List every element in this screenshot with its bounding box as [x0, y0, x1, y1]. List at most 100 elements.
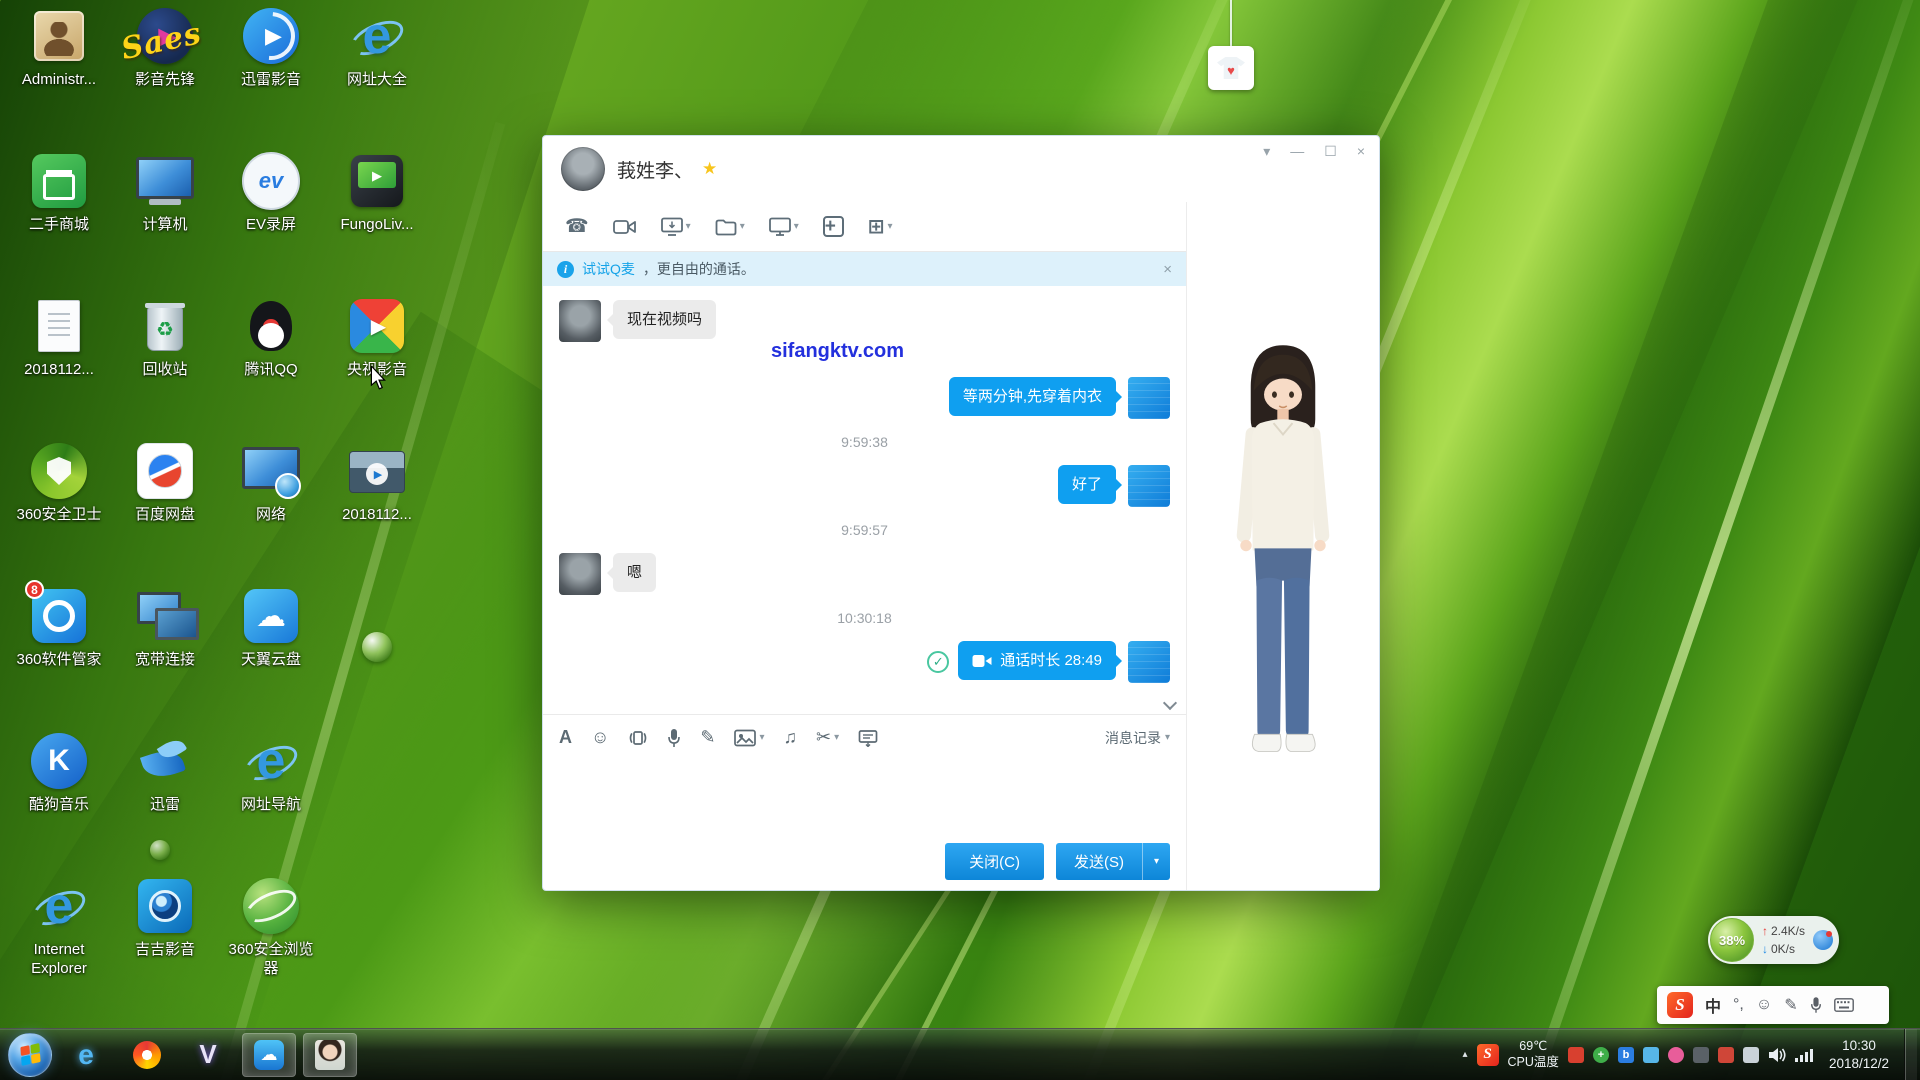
close-chat-button[interactable]: 关闭(C): [945, 843, 1044, 880]
desktop-icon[interactable]: 迅雷: [115, 729, 215, 874]
voice-message-icon[interactable]: [667, 728, 681, 748]
apps-grid-icon[interactable]: ⊞ ▾: [868, 214, 893, 239]
timestamp: 9:59:38: [559, 434, 1170, 450]
add-app-icon[interactable]: +: [823, 216, 844, 237]
ime-keyboard-icon[interactable]: [1834, 998, 1854, 1012]
call-record-bubble[interactable]: 通话时长 28:49: [958, 641, 1116, 680]
cpu-temp-widget[interactable]: 69℃ CPU温度: [1508, 1039, 1559, 1070]
desktop-icon[interactable]: 腾讯QQ: [221, 294, 321, 439]
close-window-button[interactable]: ×: [1357, 144, 1365, 158]
desktop-icon[interactable]: ▶ 2018112...: [327, 439, 427, 584]
desktop-icon[interactable]: e 网址导航: [221, 729, 321, 874]
network-icon[interactable]: [1795, 1047, 1814, 1062]
memory-ball[interactable]: 38%: [1710, 918, 1754, 962]
clock[interactable]: 10:30 2018/12/2: [1823, 1037, 1895, 1072]
desktop-icon[interactable]: e 网址大全: [327, 4, 427, 149]
desktop-icon[interactable]: 网络: [221, 439, 321, 584]
tray-icon[interactable]: [1693, 1047, 1709, 1063]
desktop-icon[interactable]: 百度网盘: [115, 439, 215, 584]
chevron-down-icon: ▾: [740, 221, 745, 232]
desktop-icon[interactable]: ▶ FungoLiv...: [327, 149, 427, 294]
tray-icon[interactable]: +: [1593, 1047, 1609, 1063]
volume-icon[interactable]: [1768, 1047, 1786, 1063]
show-desktop-button[interactable]: [1904, 1029, 1917, 1080]
sogou-tray-icon[interactable]: S: [1477, 1044, 1499, 1066]
screenshot-icon[interactable]: ✂ ▾: [816, 727, 839, 748]
self-avatar[interactable]: [1128, 465, 1170, 507]
window-menu-button[interactable]: ▾: [1263, 144, 1270, 158]
banner-text: ，更自由的通话。: [643, 259, 755, 279]
lang-toggle[interactable]: 中: [1705, 993, 1721, 1017]
widget-handle[interactable]: [1813, 930, 1833, 950]
remote-desktop-icon[interactable]: ▾: [769, 217, 799, 236]
taskbar-app-button[interactable]: V: [181, 1033, 235, 1077]
desktop-icon[interactable]: 360安全浏览器: [221, 874, 321, 1019]
desktop-icon[interactable]: 宽带连接: [115, 584, 215, 729]
handwriting-icon[interactable]: ✎: [700, 727, 715, 748]
self-avatar[interactable]: [1128, 377, 1170, 419]
window-shake-icon[interactable]: [628, 729, 648, 747]
desktop-icon[interactable]: ev EV录屏: [221, 149, 321, 294]
message-history-button[interactable]: 消息记录 ▾: [1105, 728, 1170, 748]
punctuation-toggle[interactable]: °,: [1733, 996, 1744, 1014]
emoji-icon[interactable]: ☺: [591, 727, 609, 748]
taskbar-app-button[interactable]: e: [59, 1033, 113, 1077]
message-list[interactable]: 现在视频吗 sifangktv.com 等两分钟,先穿着内衣 9:59:38 好…: [543, 286, 1186, 714]
desktop-icon[interactable]: 二手商城: [9, 149, 109, 294]
voice-call-icon[interactable]: ☎: [565, 215, 589, 238]
send-button[interactable]: 发送(S): [1056, 843, 1142, 880]
start-button[interactable]: [8, 1033, 52, 1077]
desktop-icon[interactable]: Administr...: [9, 4, 109, 149]
taskbar-app-button[interactable]: [303, 1033, 357, 1077]
peer-avatar[interactable]: [559, 300, 601, 342]
tray-icon[interactable]: [1668, 1047, 1684, 1063]
desktop-icon[interactable]: K 酷狗音乐: [9, 729, 109, 874]
tray-icon[interactable]: [1643, 1047, 1659, 1063]
minimize-button[interactable]: —: [1290, 144, 1304, 158]
desktop-icon[interactable]: e Internet Explorer: [9, 874, 109, 1019]
message-box-icon[interactable]: [858, 729, 878, 747]
scroll-down-icon[interactable]: [1164, 698, 1176, 710]
net-speed-widget[interactable]: 38% ↑2.4K/s ↓0K/s: [1708, 916, 1839, 964]
ime-emoji-icon[interactable]: ☺: [1756, 996, 1772, 1014]
qmic-link[interactable]: 试试Q麦: [582, 259, 635, 279]
desktop-icon[interactable]: 2018112...: [9, 294, 109, 439]
peer-avatar[interactable]: [559, 553, 601, 595]
send-file-icon[interactable]: ▾: [715, 218, 745, 236]
qq-show-ornament[interactable]: ♥: [1206, 0, 1256, 90]
desktop-icon[interactable]: ☁ 天翼云盘: [221, 584, 321, 729]
tray-icon[interactable]: b: [1618, 1047, 1634, 1063]
ime-mic-icon[interactable]: [1810, 996, 1822, 1014]
send-image-icon[interactable]: ▾: [734, 729, 764, 747]
ime-pen-icon[interactable]: ✎: [1784, 995, 1797, 1015]
tray-icon[interactable]: [1718, 1047, 1734, 1063]
music-share-icon[interactable]: ♫: [784, 727, 798, 748]
font-icon[interactable]: A: [559, 727, 572, 748]
desktop-icon[interactable]: ♻ 回收站: [115, 294, 215, 439]
desktop-icon[interactable]: ▶ 迅雷影音: [221, 4, 321, 149]
peer-avatar[interactable]: [561, 147, 605, 191]
hidden-icons-button[interactable]: ▴: [1463, 1049, 1468, 1060]
desktop-icon[interactable]: 吉吉影音: [115, 874, 215, 1019]
chat-link[interactable]: sifangktv.com: [771, 340, 1170, 363]
taskbar-app-button[interactable]: [120, 1033, 174, 1077]
banner-close-icon[interactable]: ×: [1163, 261, 1172, 278]
tray-icon[interactable]: [1568, 1047, 1584, 1063]
sogou-ime-bar[interactable]: S 中 °, ☺ ✎: [1657, 986, 1889, 1024]
window-titlebar[interactable]: 莪姓李、 ★ ▾ — ☐ ×: [543, 136, 1379, 202]
send-options-button[interactable]: ▾: [1142, 843, 1170, 880]
message-input[interactable]: [543, 760, 1186, 832]
desktop-icon[interactable]: ▶ Saes 影音先锋: [115, 4, 215, 149]
sogou-logo[interactable]: S: [1667, 992, 1693, 1018]
desktop-icon[interactable]: 8 360软件管家: [9, 584, 109, 729]
desktop-icon[interactable]: 计算机: [115, 149, 215, 294]
desktop-icon[interactable]: 360安全卫士: [9, 439, 109, 584]
screen-share-icon[interactable]: ▾: [661, 217, 691, 236]
taskbar-app-button[interactable]: ☁: [242, 1033, 296, 1077]
self-avatar[interactable]: [1128, 641, 1170, 683]
tray-icon[interactable]: [1743, 1047, 1759, 1063]
chevron-down-icon: ▾: [834, 732, 839, 743]
maximize-button[interactable]: ☐: [1324, 144, 1337, 158]
video-call-icon[interactable]: [613, 218, 637, 236]
qq-show-avatar[interactable]: [1207, 332, 1359, 778]
